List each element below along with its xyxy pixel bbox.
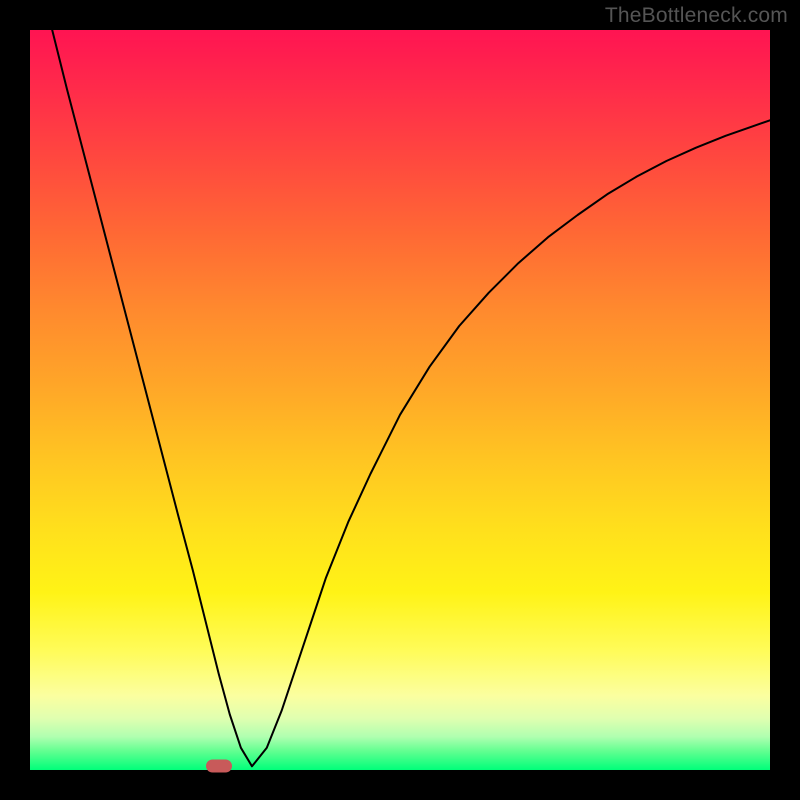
chart-frame: TheBottleneck.com [0, 0, 800, 800]
watermark-text: TheBottleneck.com [605, 4, 788, 28]
plot-area [30, 30, 770, 770]
minimum-marker [206, 760, 232, 773]
bottleneck-curve [30, 30, 770, 770]
